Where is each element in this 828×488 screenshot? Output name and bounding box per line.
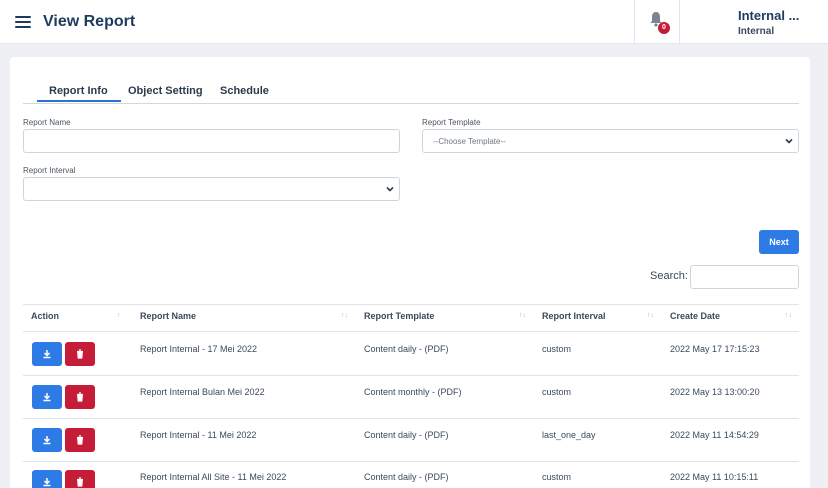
hamburger-icon[interactable] — [15, 16, 31, 28]
chevron-down-icon — [386, 186, 394, 192]
delete-button[interactable] — [65, 470, 95, 488]
sort-icon[interactable]: ↑↓ — [785, 312, 792, 319]
report-template-cell: Content daily - (PDF) — [364, 344, 449, 354]
table-top-border — [23, 304, 799, 305]
create-date-cell: 2022 May 11 10:15:11 — [670, 472, 759, 482]
sort-icon[interactable]: ↑↓ — [519, 312, 526, 319]
download-button[interactable] — [32, 470, 62, 488]
tab-report-info[interactable]: Report Info — [37, 85, 121, 102]
create-date-cell: 2022 May 11 14:54:29 — [670, 430, 759, 440]
report-name-cell[interactable]: Report Internal - 11 Mei 2022 — [140, 430, 256, 440]
table-row: Report Internal Bulan Mei 2022 Content m… — [23, 375, 799, 418]
delete-button[interactable] — [65, 342, 95, 366]
download-icon — [43, 393, 51, 402]
report-interval-cell: custom — [542, 472, 572, 482]
sort-icon[interactable]: ↑↓ — [647, 312, 654, 319]
column-header-report-interval[interactable]: Report Interval — [542, 311, 606, 321]
trash-icon — [77, 477, 83, 487]
tab-bar: Report Info Object Setting Schedule — [23, 84, 799, 104]
trash-icon — [77, 392, 83, 402]
report-name-label: Report Name — [23, 118, 71, 127]
search-label: Search: — [650, 270, 688, 282]
top-bar: View Report 0 Internal ... Internal — [0, 0, 828, 44]
trash-icon — [77, 349, 83, 359]
report-interval-label: Report Interval — [23, 166, 76, 175]
create-date-cell: 2022 May 13 13:00:20 — [670, 387, 760, 397]
download-button[interactable] — [32, 342, 62, 366]
sort-icon[interactable]: ↑ — [117, 312, 121, 319]
column-header-create-date[interactable]: Create Date — [670, 311, 720, 321]
report-name-cell[interactable]: Report Internal Bulan Mei 2022 — [140, 387, 265, 397]
sort-icon[interactable]: ↑↓ — [341, 312, 348, 319]
report-template-cell: Content daily - (PDF) — [364, 430, 449, 440]
report-interval-cell: custom — [542, 344, 572, 354]
report-name-input[interactable] — [23, 129, 400, 153]
tab-schedule[interactable]: Schedule — [220, 85, 269, 97]
download-icon — [43, 478, 51, 487]
trash-icon — [77, 435, 83, 445]
chevron-down-icon — [785, 138, 793, 144]
user-role: Internal — [738, 26, 775, 37]
table-row: Report Internal - 17 Mei 2022 Content da… — [23, 332, 799, 375]
table-row: Report Internal - 11 Mei 2022 Content da… — [23, 418, 799, 461]
tab-object-setting[interactable]: Object Setting — [128, 85, 203, 97]
report-template-value: --Choose Template-- — [433, 137, 506, 146]
report-template-label: Report Template — [422, 118, 481, 127]
report-interval-cell: custom — [542, 387, 572, 397]
notifications-button[interactable]: 0 — [634, 0, 680, 44]
delete-button[interactable] — [65, 428, 95, 452]
report-template-cell: Content monthly - (PDF) — [364, 387, 462, 397]
report-name-cell[interactable]: Report Internal - 17 Mei 2022 — [140, 344, 257, 354]
table-row: Report Internal All Site - 11 Mei 2022 C… — [23, 460, 799, 488]
download-icon — [43, 350, 51, 359]
create-date-cell: 2022 May 17 17:15:23 — [670, 344, 760, 354]
delete-button[interactable] — [65, 385, 95, 409]
page-title: View Report — [43, 13, 136, 30]
column-header-report-template[interactable]: Report Template — [364, 311, 434, 321]
report-template-cell: Content daily - (PDF) — [364, 472, 449, 482]
user-name[interactable]: Internal ... — [738, 8, 799, 23]
column-header-report-name[interactable]: Report Name — [140, 311, 196, 321]
download-button[interactable] — [32, 428, 62, 452]
search-input[interactable] — [690, 265, 799, 289]
next-button[interactable]: Next — [759, 230, 799, 254]
download-button[interactable] — [32, 385, 62, 409]
report-interval-select[interactable] — [23, 177, 400, 201]
download-icon — [43, 436, 51, 445]
report-interval-cell: last_one_day — [542, 430, 596, 440]
report-name-cell[interactable]: Report Internal All Site - 11 Mei 2022 — [140, 472, 286, 482]
notification-badge: 0 — [658, 22, 670, 34]
report-template-select[interactable]: --Choose Template-- — [422, 129, 799, 153]
column-header-action[interactable]: Action — [31, 311, 59, 321]
